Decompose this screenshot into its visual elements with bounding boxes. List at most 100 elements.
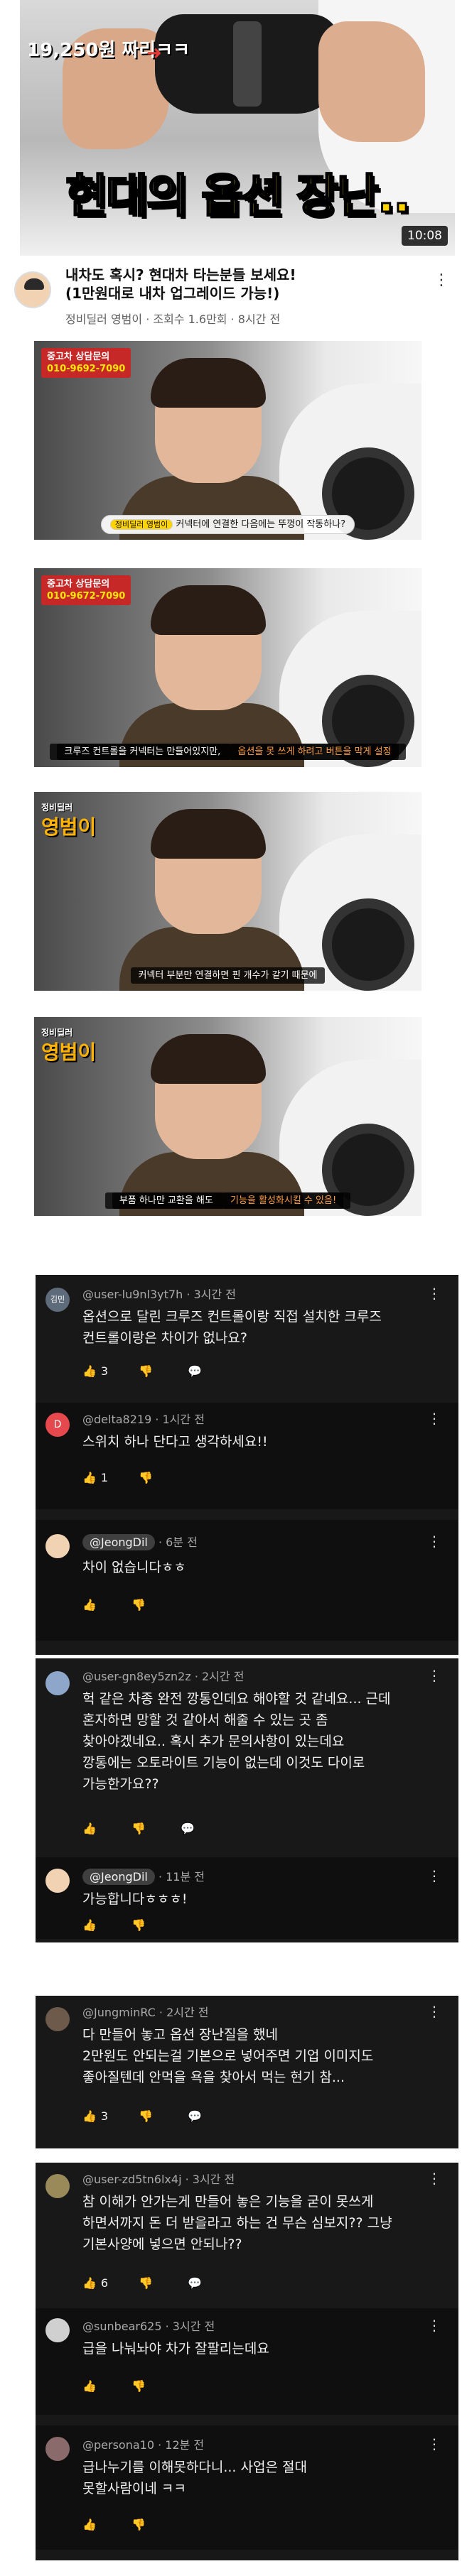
user-avatar[interactable]: 김민: [45, 1288, 70, 1312]
dislike-icon[interactable]: 👎: [139, 1471, 153, 1484]
video-frame-4: 정비딜러 영범이 부품 하나만 교환을 해도 기능을 활성화시킬 수 있음!: [34, 1017, 421, 1216]
like-icon[interactable]: 👍: [82, 2379, 97, 2393]
comment-handle[interactable]: @user-lu9nl3yt7h · 3시간 전: [82, 1285, 236, 1302]
more-options-icon[interactable]: ⋮: [427, 2435, 441, 2452]
video-thumbnail[interactable]: 19,250원 짜리ㅋㅋ ➜ 현대의 옵션 장난.. 10:08: [20, 0, 455, 256]
subtitle: 정비딜러 영범이 커넥터에 연결한 다음에는 뚜껑이 작동하나?: [34, 515, 421, 534]
comment-actions: 👍 3 👎 💬: [82, 2109, 206, 2123]
channel-logo: 정비딜러 영범이: [41, 798, 96, 837]
like-count: 3: [100, 2109, 109, 2123]
more-options-icon[interactable]: ⋮: [427, 1285, 441, 1302]
reply-icon[interactable]: 💬: [188, 1364, 202, 1378]
arrow-icon: ➜: [146, 43, 162, 64]
user-avatar[interactable]: [45, 2174, 70, 2198]
user-avatar[interactable]: [45, 2318, 70, 2342]
comment-text: 가능합니다ㅎㅎㅎ!: [82, 1891, 188, 1907]
comment-actions: 👍 👎: [82, 1918, 150, 1932]
like-icon[interactable]: 👍: [82, 2276, 97, 2290]
comment-handle[interactable]: @user-gn8ey5zn2z · 2시간 전: [82, 1667, 244, 1684]
dislike-icon[interactable]: 👎: [131, 1918, 146, 1932]
comment-actions: 👍 👎: [82, 2379, 150, 2393]
video-duration: 10:08: [402, 226, 448, 246]
comment-handle[interactable]: @delta8219 · 1시간 전: [82, 1410, 205, 1427]
comment-text: 다 만들어 놓고 옵션 장난질을 했네 2만원도 안되는걸 기본으로 넣어주면 …: [82, 2027, 374, 2085]
more-options-icon[interactable]: ⋮: [427, 2170, 441, 2187]
like-icon[interactable]: 👍: [82, 1471, 97, 1484]
dislike-icon[interactable]: 👎: [131, 2379, 146, 2393]
like-count: 3: [100, 1364, 109, 1378]
phone-badge: 중고차 상담문의 010-9672-7090: [41, 575, 131, 605]
comment-thread-1: 김민 @user-lu9nl3yt7h · 3시간 전 ⋮ 옵션으로 달린 크루…: [36, 1275, 458, 1655]
creator-avatar[interactable]: [45, 1869, 70, 1893]
dislike-icon[interactable]: 👎: [131, 1822, 146, 1835]
user-avatar[interactable]: [45, 1671, 70, 1695]
dislike-icon[interactable]: 👎: [139, 1364, 153, 1378]
price-label: 19,250원 짜리ㅋㅋ: [27, 40, 190, 61]
reply-icon[interactable]: 💬: [188, 2109, 202, 2123]
like-icon[interactable]: 👍: [82, 1918, 97, 1932]
comment-text: 차이 없습니다ㅎㅎ: [82, 1560, 186, 1575]
reply-icon[interactable]: 💬: [188, 2276, 202, 2290]
dislike-icon[interactable]: 👎: [139, 2276, 153, 2290]
comment-handle[interactable]: @user-zd5tn6lx4j · 3시간 전: [82, 2170, 235, 2187]
like-icon[interactable]: 👍: [82, 2518, 97, 2531]
comment-text: 참 이해가 안가는게 만들어 놓은 기능을 굳이 못쓰게 하면서까지 돈 더 받…: [82, 2194, 392, 2252]
comment-time: · 11분 전: [154, 1870, 205, 1884]
creator-tag[interactable]: @JeongDil: [82, 1534, 155, 1550]
thumbnail-title-part2: 옵션 장난..: [200, 170, 412, 224]
user-avatar[interactable]: [45, 2437, 70, 2461]
more-options-icon[interactable]: ⋮: [427, 1667, 441, 1684]
phone-badge: 중고차 상담문의 010-9692-7090: [41, 348, 131, 378]
user-avatar[interactable]: D: [45, 1413, 70, 1437]
video-info: 내차도 혹시? 현대차 타는분들 보세요! (1만원대로 내차 업그레이드 가능…: [0, 256, 462, 330]
more-options-icon[interactable]: ⋮: [427, 2003, 441, 2020]
like-count: 6: [100, 2276, 109, 2290]
comment-text: 급을 나눠놔야 차가 잘팔리는데요: [82, 2341, 269, 2357]
comment-handle[interactable]: @JeongDil · 6분 전: [82, 1533, 198, 1550]
comment-handle[interactable]: @JeongDil · 11분 전: [82, 1867, 205, 1885]
reply-2: @JeongDil · 6분 전 ⋮ 차이 없습니다ㅎㅎ 👍 👎: [36, 1520, 458, 1641]
comment-actions: 👍 6 👎 💬: [82, 2276, 206, 2290]
dislike-icon[interactable]: 👎: [139, 2109, 153, 2123]
logo-small-text: 정비딜러: [41, 1028, 73, 1038]
subtitle-text: 부품 하나만 교환을 해도: [112, 1192, 223, 1209]
presenter-image: [119, 585, 304, 767]
presenter-image: [119, 1034, 304, 1216]
badge-label: 중고차 상담문의: [47, 352, 110, 362]
channel-avatar[interactable]: [14, 271, 51, 308]
subtitle: 커넥터 부분만 연결하면 핀 개수가 같기 때문에: [34, 967, 421, 984]
creator-avatar[interactable]: [45, 1534, 70, 1558]
more-options-icon[interactable]: ⋮: [427, 1410, 441, 1427]
subtitle: 크루즈 컨트롤을 커넥터는 만들어있지만, 옵션을 못 쓰게 하려고 버튼을 막…: [34, 744, 421, 760]
like-icon[interactable]: 👍: [82, 1598, 97, 1612]
comment-thread-4: @user-zd5tn6lx4j · 3시간 전 ⋮ 참 이해가 안가는게 만들…: [36, 2163, 458, 2560]
creator-tag[interactable]: @JeongDil: [82, 1869, 155, 1885]
like-icon[interactable]: 👍: [82, 1822, 97, 1835]
comment-text: 급나누기를 이해못하다니... 사업은 절대 못할사람이네 ㅋㅋ: [82, 2460, 307, 2496]
subtitle-highlight: 기능을 활성화시킬 수 있음!: [222, 1192, 344, 1209]
right-hand-image: [318, 21, 425, 142]
user-avatar[interactable]: [45, 2007, 70, 2031]
dislike-icon[interactable]: 👎: [131, 1598, 146, 1612]
like-icon[interactable]: 👍: [82, 2109, 97, 2123]
channel-logo: 정비딜러 영범이: [41, 1023, 96, 1063]
more-options-icon[interactable]: ⋮: [427, 1533, 441, 1550]
comment-thread-3: @JungminRC · 2시간 전 ⋮ 다 만들어 놓고 옵션 장난질을 했네…: [36, 1996, 458, 2148]
video-title[interactable]: 내차도 혹시? 현대차 타는분들 보세요! (1만원대로 내차 업그레이드 가능…: [65, 266, 421, 303]
logo-big-text: 영범이: [41, 815, 97, 839]
comment-handle[interactable]: @sunbear625 · 3시간 전: [82, 2317, 215, 2334]
like-icon[interactable]: 👍: [82, 1364, 97, 1378]
more-options-icon[interactable]: ⋮: [427, 1867, 441, 1884]
comment-actions: 👍 👎 💬: [82, 1822, 199, 1835]
comment-handle[interactable]: @persona10 · 12분 전: [82, 2435, 204, 2452]
more-options-icon[interactable]: ⋮: [427, 2317, 441, 2334]
comment-handle[interactable]: @JungminRC · 2시간 전: [82, 2003, 209, 2020]
comment-text: 스위치 하나 단다고 생각하세요!!: [82, 1434, 268, 1450]
dislike-icon[interactable]: 👎: [131, 2518, 146, 2531]
video-meta: 정비딜러 영범이 · 조회수 1.6만회 · 8시간 전: [65, 313, 281, 326]
comment-actions: 👍 1 👎: [82, 1471, 157, 1484]
reply-icon[interactable]: 💬: [181, 1822, 195, 1835]
more-options-icon[interactable]: ⋮: [434, 271, 449, 289]
video-frame-3: 정비딜러 영범이 커넥터 부분만 연결하면 핀 개수가 같기 때문에: [34, 792, 421, 991]
subtitle-text: 크루즈 컨트롤을 커넥터는 만들어있지만,: [57, 744, 231, 760]
